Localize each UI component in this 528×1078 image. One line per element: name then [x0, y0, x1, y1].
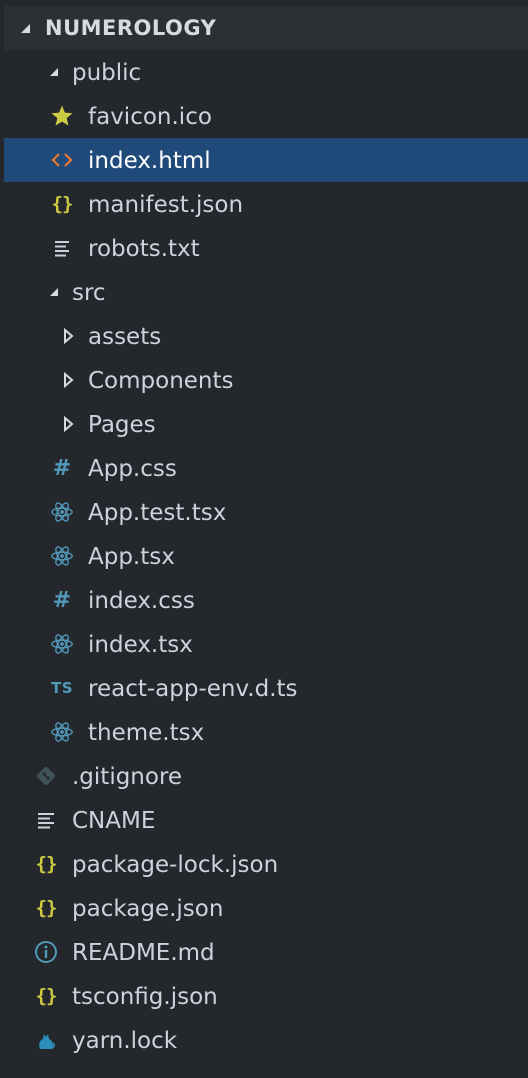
caret-expanded-icon: [42, 280, 66, 304]
file-label: App.css: [88, 456, 177, 482]
file-label: favicon.ico: [88, 104, 212, 130]
file-theme-tsx[interactable]: theme.tsx: [4, 710, 528, 754]
file-gitignore[interactable]: .gitignore: [4, 754, 528, 798]
css-hash-icon: #: [52, 587, 72, 613]
json-braces-icon: {}: [35, 985, 58, 1007]
typescript-icon: TS: [51, 679, 73, 697]
file-index-css[interactable]: # index.css: [4, 578, 528, 622]
file-readme[interactable]: README.md: [4, 930, 528, 974]
file-cname[interactable]: CNAME: [4, 798, 528, 842]
json-braces-icon: {}: [35, 853, 58, 875]
file-manifest-json[interactable]: {} manifest.json: [4, 182, 528, 226]
yarn-cat-icon: [34, 1028, 58, 1052]
file-tree: public favicon.ico index.html {} manifes…: [4, 50, 528, 1062]
star-icon: [50, 104, 74, 128]
file-index-html[interactable]: index.html: [4, 138, 528, 182]
file-label: App.tsx: [88, 544, 175, 570]
file-app-test-tsx[interactable]: App.test.tsx: [4, 490, 528, 534]
file-label: index.tsx: [88, 632, 193, 658]
folder-components[interactable]: Components: [4, 358, 528, 402]
caret-expanded-icon: [21, 24, 30, 33]
folder-label: Components: [88, 368, 234, 394]
file-label: package-lock.json: [72, 852, 279, 878]
react-icon: [50, 632, 74, 656]
folder-label: assets: [88, 324, 162, 350]
file-package-json[interactable]: {} package.json: [4, 886, 528, 930]
file-label: index.css: [88, 588, 195, 614]
html-code-icon: [50, 148, 74, 172]
caret-collapsed-icon: [56, 324, 80, 348]
info-icon: [34, 940, 58, 964]
css-hash-icon: #: [52, 455, 72, 481]
file-package-lock-json[interactable]: {} package-lock.json: [4, 842, 528, 886]
git-icon: [34, 764, 58, 788]
react-icon: [50, 720, 74, 744]
file-yarn-lock[interactable]: yarn.lock: [4, 1018, 528, 1062]
json-braces-icon: {}: [35, 897, 58, 919]
react-icon: [50, 500, 74, 524]
file-app-css[interactable]: # App.css: [4, 446, 528, 490]
file-favicon[interactable]: favicon.ico: [4, 94, 528, 138]
folder-label: public: [72, 60, 142, 86]
json-braces-icon: {}: [51, 193, 74, 215]
caret-expanded-icon: [42, 60, 66, 84]
file-index-tsx[interactable]: index.tsx: [4, 622, 528, 666]
file-label: .gitignore: [72, 764, 183, 790]
file-explorer: NUMEROLOGY public favicon.ico index.html…: [4, 6, 528, 1078]
explorer-section-header[interactable]: NUMEROLOGY: [4, 6, 528, 50]
file-label: README.md: [72, 940, 215, 966]
folder-src[interactable]: src: [4, 270, 528, 314]
file-react-app-env[interactable]: TS react-app-env.d.ts: [4, 666, 528, 710]
file-tsconfig-json[interactable]: {} tsconfig.json: [4, 974, 528, 1018]
folder-public[interactable]: public: [4, 50, 528, 94]
file-label: index.html: [88, 148, 211, 174]
file-label: tsconfig.json: [72, 984, 218, 1010]
react-icon: [50, 544, 74, 568]
folder-pages[interactable]: Pages: [4, 402, 528, 446]
file-robots-txt[interactable]: robots.txt: [4, 226, 528, 270]
caret-collapsed-icon: [56, 412, 80, 436]
file-label: react-app-env.d.ts: [88, 676, 298, 702]
file-label: theme.tsx: [88, 720, 205, 746]
folder-label: src: [72, 280, 106, 306]
file-label: manifest.json: [88, 192, 244, 218]
file-label: App.test.tsx: [88, 500, 227, 526]
folder-assets[interactable]: assets: [4, 314, 528, 358]
file-label: robots.txt: [88, 236, 200, 262]
file-app-tsx[interactable]: App.tsx: [4, 534, 528, 578]
file-label: yarn.lock: [72, 1028, 178, 1054]
file-label: CNAME: [72, 808, 156, 834]
section-title: NUMEROLOGY: [45, 16, 217, 40]
folder-label: Pages: [88, 412, 156, 438]
file-label: package.json: [72, 896, 224, 922]
text-lines-icon: [50, 236, 74, 260]
text-lines-icon: [34, 808, 58, 832]
caret-collapsed-icon: [56, 368, 80, 392]
